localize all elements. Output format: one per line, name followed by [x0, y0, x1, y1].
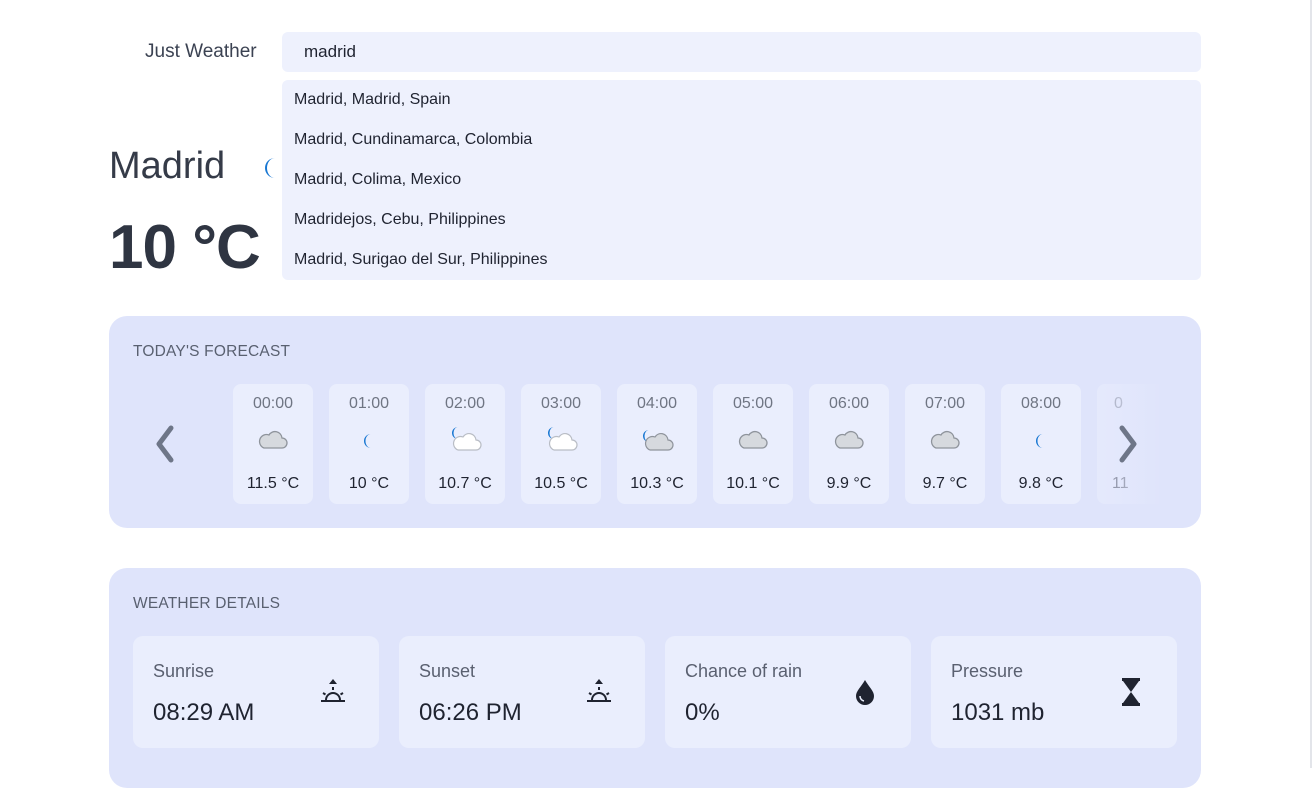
- detail-card-pressure: Pressure 1031 mb: [931, 636, 1177, 748]
- detail-label: Sunset: [419, 661, 476, 681]
- hour-card: 08:00 9.8 °C: [1001, 384, 1081, 504]
- hour-card: 05:00 10.1 °C: [713, 384, 793, 504]
- hour-time: 01:00: [348, 395, 390, 412]
- city-name: Madrid: [109, 145, 226, 187]
- hour-time: 03:00: [540, 395, 582, 412]
- detail-value: 1031 mb: [951, 699, 1045, 726]
- search-input[interactable]: [282, 32, 1201, 72]
- hour-time: 06:00: [828, 395, 870, 412]
- sunrise-icon: [321, 679, 345, 702]
- hour-time: 04:00: [636, 395, 678, 412]
- hour-card: 04:00 10.3 °C: [617, 384, 697, 504]
- hour-card: 02:00 10.7 °C: [425, 384, 505, 504]
- moon-icon: [1036, 434, 1043, 448]
- pressure-icon: [1122, 678, 1140, 706]
- hour-card: 01:00 10 °C: [329, 384, 409, 504]
- app-title: Just Weather: [145, 41, 257, 62]
- chevron-right-icon[interactable]: [1112, 424, 1144, 464]
- header: Just Weather: [0, 0, 1312, 80]
- hour-card: 07:00 9.7 °C: [905, 384, 985, 504]
- moon-icon: [265, 158, 275, 178]
- moon-cloud-icon: [452, 427, 482, 451]
- details-title: WEATHER DETAILS: [133, 595, 281, 612]
- hour-card: 06:00 9.9 °C: [809, 384, 889, 504]
- suggestion-item[interactable]: Madrid, Colima, Mexico: [282, 160, 1201, 200]
- detail-card-sunset: Sunset 06:26 PM: [399, 636, 645, 748]
- detail-label: Chance of rain: [685, 661, 803, 681]
- hour-temp: 11.5 °C: [246, 475, 300, 492]
- cloud-icon: [930, 430, 960, 449]
- hour-temp: 10.3 °C: [630, 475, 684, 492]
- search-suggestions: Madrid, Madrid, Spain Madrid, Cundinamar…: [282, 80, 1201, 280]
- suggestion-item[interactable]: Madridejos, Cebu, Philippines: [282, 200, 1201, 240]
- suggestion-item[interactable]: Madrid, Surigao del Sur, Philippines: [282, 240, 1201, 280]
- hourly-forecast-list: 00:00 11.5 °C 01:00 10 °C 02:00 10.7 °C …: [233, 384, 1163, 504]
- suggestion-item[interactable]: Madrid, Cundinamarca, Colombia: [282, 120, 1201, 160]
- hour-temp: 10 °C: [348, 475, 390, 492]
- cloud-icon: [738, 430, 768, 449]
- moon-icon: [364, 434, 371, 448]
- detail-label: Pressure: [951, 661, 1024, 681]
- chevron-left-icon[interactable]: [149, 424, 181, 464]
- hour-time: 00:00: [252, 395, 294, 412]
- detail-value: 08:29 AM: [153, 699, 255, 726]
- forecast-title: TODAY'S FORECAST: [133, 343, 291, 360]
- cloud-icon: [258, 430, 288, 449]
- hour-temp: 9.9 °C: [826, 475, 872, 492]
- hour-temp: 9.7 °C: [922, 475, 968, 492]
- moon-cloud-icon: [548, 427, 578, 451]
- details-panel: WEATHER DETAILS Sunrise 08:29 AM Sunset …: [109, 568, 1201, 788]
- detail-value: 06:26 PM: [419, 699, 522, 726]
- hour-card: 00:00 11.5 °C: [233, 384, 313, 504]
- sunset-icon: [587, 679, 611, 702]
- suggestion-item[interactable]: Madrid, Madrid, Spain: [282, 80, 1201, 120]
- hour-temp: 9.8 °C: [1018, 475, 1064, 492]
- hour-time: 05:00: [732, 395, 774, 412]
- detail-card-sunrise: Sunrise 08:29 AM: [133, 636, 379, 748]
- detail-label: Sunrise: [153, 661, 215, 681]
- moon-cloud-icon: [643, 430, 674, 451]
- cloud-icon: [834, 430, 864, 449]
- forecast-panel: TODAY'S FORECAST 00:00 11.5 °C 01:00 10 …: [109, 316, 1201, 528]
- detail-value: 0%: [685, 699, 720, 726]
- hour-temp: 10.5 °C: [534, 475, 588, 492]
- detail-card-rain: Chance of rain 0%: [665, 636, 911, 748]
- hour-temp: 10.7 °C: [438, 475, 492, 492]
- raindrop-icon: [856, 680, 874, 705]
- hour-card: 03:00 10.5 °C: [521, 384, 601, 504]
- hour-temp: 10.1 °C: [726, 475, 780, 492]
- current-temperature: 10 °C: [109, 213, 261, 282]
- hour-time: 02:00: [444, 395, 486, 412]
- hour-time: 07:00: [924, 395, 966, 412]
- hour-time: 08:00: [1020, 395, 1062, 412]
